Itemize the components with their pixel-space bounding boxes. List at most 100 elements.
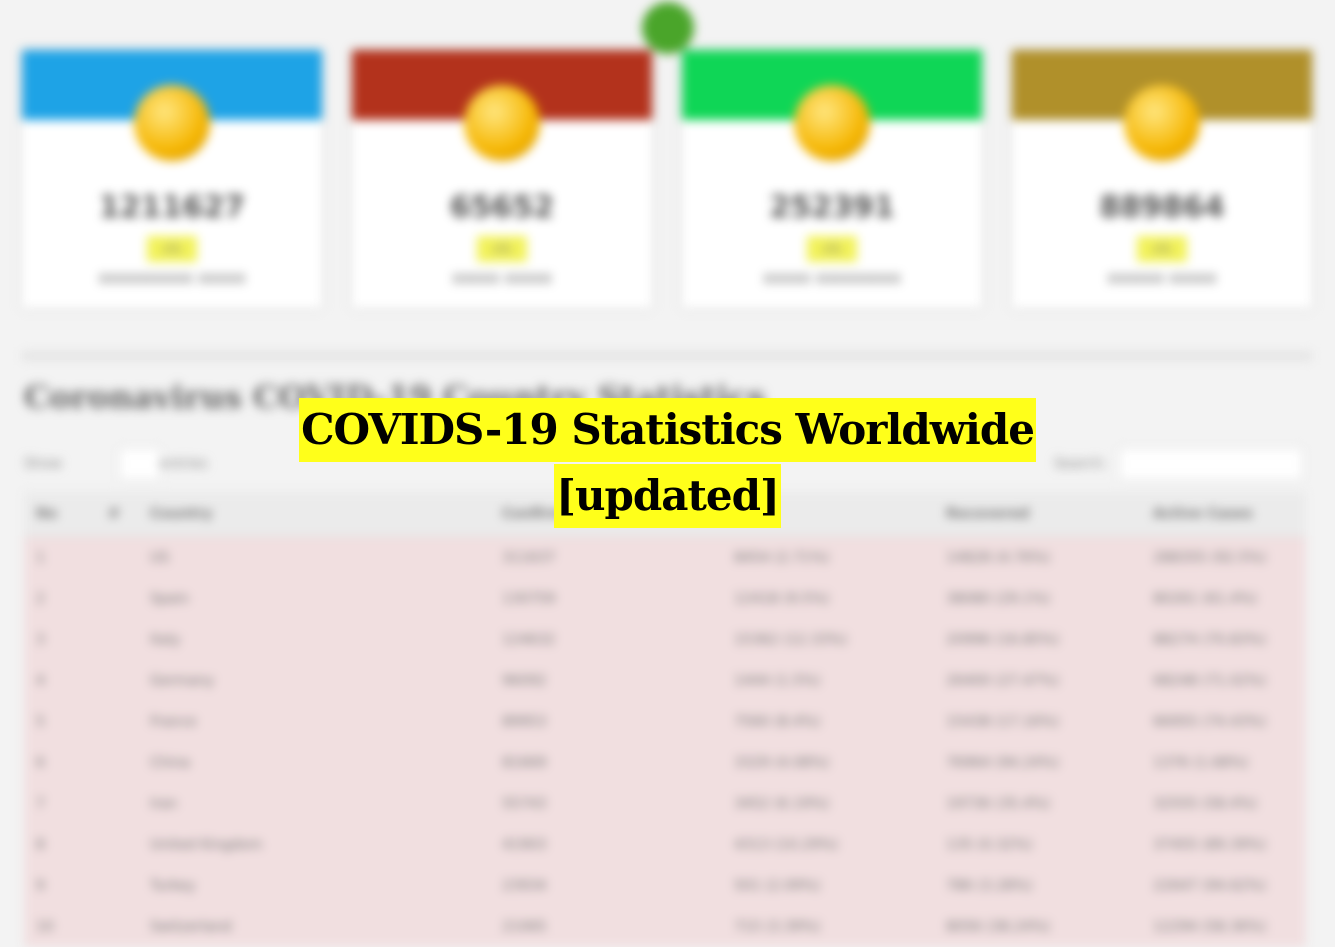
cell-count: 8454 (2.71%) xyxy=(734,549,830,566)
card-caption: xxxxx xxxxx xyxy=(452,268,552,287)
table-cell: 7 xyxy=(24,783,96,824)
cell-count: 715 (3.39%) xyxy=(734,918,821,935)
table-cell: 1376 (1.68%) xyxy=(1141,742,1306,783)
table-cell: 7560 (8.4%) xyxy=(722,701,934,742)
table-cell: 32555 (58.4%) xyxy=(1141,783,1306,824)
table-cell: 12294 (58.36%) xyxy=(1141,906,1306,947)
cell-count: 4313 (10.29%) xyxy=(734,836,839,853)
emoji-icon xyxy=(794,85,870,161)
card-value: 65652 xyxy=(449,190,555,225)
table-row: 6 China 81669 3329 (4.08%) 76964 (94.24%) 137… xyxy=(24,742,1306,783)
cell-count: 14828 (4.76%) xyxy=(946,549,1051,566)
table-cell: 81669 xyxy=(490,742,722,783)
card-confirmed: 1211627 x% xxxxxxxxxx xxxxx xyxy=(22,50,322,308)
cell-count: 15438 (17.16%) xyxy=(946,713,1060,730)
table-cell: 76964 (94.24%) xyxy=(934,742,1141,783)
table-cell: 715 (3.39%) xyxy=(722,906,934,947)
table-row: 10 Switzerland 21065 715 (3.39%) 8056 (38.24… xyxy=(24,906,1306,947)
cell-count: 135 (0.32%) xyxy=(946,836,1033,853)
emoji-icon xyxy=(1124,85,1200,161)
table-cell xyxy=(96,536,138,578)
divider xyxy=(22,352,1312,360)
table-cell: 15362 (12.33%) xyxy=(722,619,934,660)
table-cell: 22647 (94.62%) xyxy=(1141,865,1306,906)
table-cell: 2 xyxy=(24,578,96,619)
emoji-icon xyxy=(134,85,210,161)
table-row: 8 United Kingdom 41903 4313 (10.29%) 135 (0.… xyxy=(24,824,1306,865)
card-deaths: 65652 x% xxxxx xxxxx xyxy=(352,50,652,308)
card-value: 252391 xyxy=(769,190,895,225)
cell-count: 68248 (71.02%) xyxy=(1153,672,1267,689)
cell-count: 501 (2.09%) xyxy=(734,877,821,894)
table-cell: 6 xyxy=(24,742,96,783)
cell-count: 88274 (70.83%) xyxy=(1153,631,1267,648)
table-cell: 288355 (92.5%) xyxy=(1141,536,1306,578)
table-cell: 135 (0.32%) xyxy=(934,824,1141,865)
card-value: 889864 xyxy=(1099,190,1225,225)
table-cell: China xyxy=(138,742,490,783)
table-cell xyxy=(96,701,138,742)
cell-count: 288355 (92.5%) xyxy=(1153,549,1267,566)
table-cell: 786 (3.28%) xyxy=(934,865,1141,906)
table-cell: 12418 (9.5%) xyxy=(722,578,934,619)
status-dot xyxy=(642,2,694,54)
table-cell: 3452 (6.19%) xyxy=(722,783,934,824)
table-cell xyxy=(96,783,138,824)
cell-count: 8056 (38.24%) xyxy=(946,918,1051,935)
table-cell xyxy=(96,865,138,906)
cell-count: 1444 (1.5%) xyxy=(734,672,821,689)
table-cell xyxy=(96,619,138,660)
table-cell: 8056 (38.24%) xyxy=(934,906,1141,947)
table-cell: Turkey xyxy=(138,865,490,906)
table-cell: France xyxy=(138,701,490,742)
table-row: 1 US 311637 8454 (2.71%) 14828 (4.76%) 288355… xyxy=(24,536,1306,578)
table-cell xyxy=(96,824,138,865)
table-cell: 5 xyxy=(24,701,96,742)
table-cell: Italy xyxy=(138,619,490,660)
table-cell: 1 xyxy=(24,536,96,578)
table-cell: 4 xyxy=(24,660,96,701)
table-cell: 19736 (35.4%) xyxy=(934,783,1141,824)
table-cell: 80261 (61.4%) xyxy=(1141,578,1306,619)
table-cell: 8454 (2.71%) xyxy=(722,536,934,578)
table-cell xyxy=(96,578,138,619)
cell-count: 7560 (8.4%) xyxy=(734,713,821,730)
table-cell: 3 xyxy=(24,619,96,660)
card-caption: xxxxx xxxxxxxxx xyxy=(763,268,901,287)
table-cell: 1444 (1.5%) xyxy=(722,660,934,701)
table-cell: 14828 (4.76%) xyxy=(934,536,1141,578)
table-cell: Spain xyxy=(138,578,490,619)
table-cell: 89953 xyxy=(490,701,722,742)
cell-count: 12294 (58.36%) xyxy=(1153,918,1267,935)
table-cell: 15438 (17.16%) xyxy=(934,701,1141,742)
table-cell: 4313 (10.29%) xyxy=(722,824,934,865)
table-row: 5 France 89953 7560 (8.4%) 15438 (17.16%) 669… xyxy=(24,701,1306,742)
table-cell: US xyxy=(138,536,490,578)
table-cell: 41903 xyxy=(490,824,722,865)
table-cell: 68248 (71.02%) xyxy=(1141,660,1306,701)
cell-count: 786 (3.28%) xyxy=(946,877,1033,894)
emoji-icon xyxy=(464,85,540,161)
table-row: 9 Turkey 23934 501 (2.09%) 786 (3.28%) 22647 … xyxy=(24,865,1306,906)
table-cell: 96092 xyxy=(490,660,722,701)
card-caption: xxxxxx xxxxx xyxy=(1107,268,1217,287)
table-cell: 26400 (27.47%) xyxy=(934,660,1141,701)
card-percent-badge: x% xyxy=(147,236,197,262)
card-recovered: 252391 x% xxxxx xxxxxxxxx xyxy=(682,50,982,308)
table-cell: Iran xyxy=(138,783,490,824)
cell-count: 66955 (74.43%) xyxy=(1153,713,1267,730)
table-cell: Germany xyxy=(138,660,490,701)
headline-overlay: COVIDS-19 Statistics Worldwide [updated] xyxy=(0,398,1335,528)
card-percent-badge: x% xyxy=(807,236,857,262)
table-row: 3 Italy 124632 15362 (12.33%) 20996 (16.85%)… xyxy=(24,619,1306,660)
card-value: 1211627 xyxy=(98,190,246,225)
cell-count: 76964 (94.24%) xyxy=(946,754,1060,771)
table-cell: Switzerland xyxy=(138,906,490,947)
stat-cards: 1211627 x% xxxxxxxxxx xxxxx 65652 x% xxx… xyxy=(22,50,1312,310)
cell-count: 3452 (6.19%) xyxy=(734,795,830,812)
table-cell xyxy=(96,742,138,783)
table-cell: 88274 (70.83%) xyxy=(1141,619,1306,660)
table-cell: 37455 (89.39%) xyxy=(1141,824,1306,865)
table-cell: 501 (2.09%) xyxy=(722,865,934,906)
table-cell xyxy=(96,906,138,947)
